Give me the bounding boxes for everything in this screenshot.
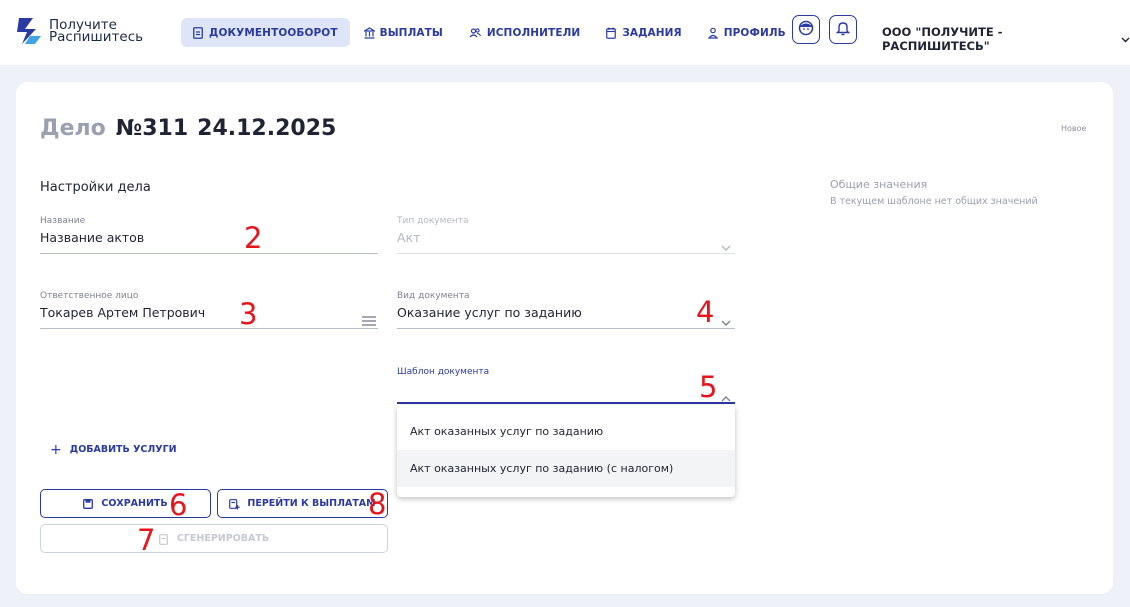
responsible-field[interactable]: Ответственное лицо Токарев Артем Петрови… <box>40 291 378 329</box>
company-name: ООО "ПОЛУЧИТЕ - РАСПИШИТЕСЬ" <box>882 25 1003 53</box>
logo-icon <box>16 16 42 46</box>
document-add-icon <box>229 498 241 509</box>
document-icon <box>158 533 169 545</box>
responsible-input[interactable]: Токарев Артем Петрович <box>40 305 378 320</box>
company-selector[interactable]: ООО "ПОЛУЧИТЕ - РАСПИШИТЕСЬ" <box>882 25 1130 53</box>
support-button[interactable] <box>792 15 820 44</box>
template-option[interactable]: Акт оказанных услуг по заданию (с налого… <box>397 450 735 487</box>
annotation-4: 4 <box>696 295 715 329</box>
floppy-disk-icon <box>83 498 94 509</box>
general-values-title: Общие значения <box>830 178 928 191</box>
annotation-6: 6 <box>169 488 188 522</box>
main-nav: ДОКУМЕНТООБОРОТ ВЫПЛАТЫ ИСПОЛНИТЕЛИ ЗАДА… <box>181 18 800 47</box>
support-face-icon <box>798 20 814 40</box>
document-icon <box>193 26 203 39</box>
plus-icon: + <box>50 441 62 458</box>
logo[interactable]: Получите Распишитесь <box>16 16 143 46</box>
annotation-8: 8 <box>368 487 387 521</box>
annotation-3: 3 <box>239 297 258 331</box>
generate-button[interactable]: СГЕНЕРИРОВАТЬ <box>40 524 388 553</box>
page-title: Дело №311 24.12.2025 <box>40 116 337 141</box>
section-title: Настройки дела <box>40 180 151 195</box>
chevron-down-icon <box>1121 32 1130 46</box>
go-to-payments-button[interactable]: ПЕРЕЙТИ К ВЫПЛАТАМ <box>217 489 388 518</box>
add-services-button[interactable]: + ДОБАВИТЬ УСЛУГИ <box>50 441 177 458</box>
bank-icon <box>361 26 377 39</box>
user-icon <box>707 27 718 39</box>
name-field[interactable]: Название Название актов <box>40 216 378 254</box>
template-dropdown: Акт оказанных услуг по заданию Акт оказа… <box>397 405 735 497</box>
top-header: Получите Распишитесь ДОКУМЕНТООБОРОТ ВЫП… <box>0 0 1130 65</box>
status-badge: Новое <box>1061 124 1087 133</box>
users-icon <box>469 27 481 39</box>
template-option[interactable]: Акт оказанных услуг по заданию <box>397 413 735 450</box>
notifications-button[interactable] <box>829 15 857 44</box>
nav-payments[interactable]: ВЫПЛАТЫ <box>352 18 455 47</box>
general-values-subtitle: В текущем шаблоне нет общих значений <box>830 196 1038 207</box>
nav-tasks[interactable]: ЗАДАНИЯ <box>594 18 693 47</box>
bell-icon <box>835 20 851 40</box>
annotation-2: 2 <box>244 221 263 255</box>
calendar-icon <box>606 27 617 39</box>
doc-kind-select[interactable]: Вид документа Оказание услуг по заданию <box>397 291 735 329</box>
annotation-5: 5 <box>699 370 718 404</box>
nav-executors[interactable]: ИСПОЛНИТЕЛИ <box>457 18 592 47</box>
name-input[interactable]: Название актов <box>40 230 378 245</box>
doc-type-select: Тип документа Акт <box>397 216 735 254</box>
template-select[interactable]: Шаблон документа <box>397 367 735 405</box>
annotation-7: 7 <box>137 523 156 557</box>
nav-documents[interactable]: ДОКУМЕНТООБОРОТ <box>181 18 350 47</box>
logo-text: Получите Распишитесь <box>49 17 144 45</box>
nav-profile[interactable]: ПРОФИЛЬ <box>696 18 798 47</box>
